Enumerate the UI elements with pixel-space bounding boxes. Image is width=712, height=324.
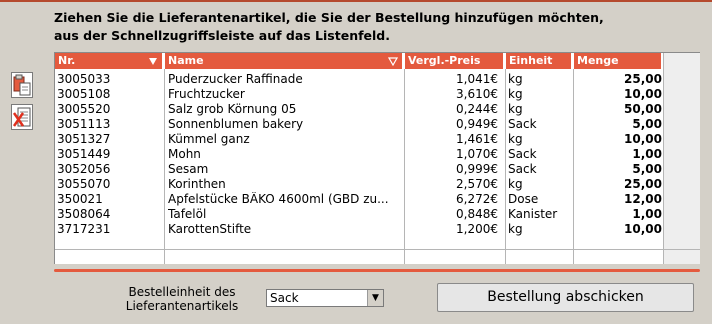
table-row[interactable]: 3508064 Tafelöl 0,848€ Kanister 1,00 bbox=[55, 207, 700, 222]
cell-name: Kümmel ganz bbox=[168, 132, 250, 146]
column-header-name-label: Name bbox=[168, 54, 204, 67]
table-row[interactable]: 3005108 Fruchtzucker 3,610€ kg 10,00 bbox=[55, 87, 700, 102]
column-header-name[interactable]: Name bbox=[165, 53, 403, 69]
unit-label-line-1: Bestelleinheit des bbox=[128, 285, 236, 299]
column-header-nr[interactable]: Nr. bbox=[55, 53, 163, 69]
cell-preis: 6,272€ bbox=[456, 192, 498, 206]
cell-preis: 2,570€ bbox=[456, 177, 498, 191]
column-header-einheit-label: Einheit bbox=[509, 54, 553, 67]
cell-preis: 0,244€ bbox=[456, 102, 498, 116]
unit-label-line-2: Lieferantenartikels bbox=[125, 299, 239, 313]
cell-menge: 25,00 bbox=[624, 177, 662, 191]
instruction-line-1: Ziehen Sie die Lieferantenartikel, die S… bbox=[54, 10, 604, 25]
cell-name: Apfelstücke BÄKO 4600ml (GBD zu... bbox=[168, 192, 389, 206]
top-accent-line bbox=[0, 0, 712, 2]
cell-nr: 3508064 bbox=[57, 207, 111, 221]
table-row[interactable]: 3055070 Korinthen 2,570€ kg 25,00 bbox=[55, 177, 700, 192]
cell-name: Korinthen bbox=[168, 177, 226, 191]
table-row[interactable]: 3005033 Puderzucker Raffinade 1,041€ kg 25,0… bbox=[55, 72, 700, 87]
cell-name: Sonnenblumen bakery bbox=[168, 117, 304, 131]
cell-menge: 50,00 bbox=[624, 102, 662, 116]
cell-nr: 3005520 bbox=[57, 102, 111, 116]
unit-label: Bestelleinheit des Lieferantenartikels bbox=[118, 285, 246, 313]
table-row[interactable]: 3051449 Mohn 1,070€ Sack 1,00 bbox=[55, 147, 700, 162]
cell-einheit: kg bbox=[508, 222, 523, 236]
cell-einheit: Dose bbox=[508, 192, 539, 206]
table-row[interactable]: 350021 Apfelstücke BÄKO 4600ml (GBD zu...… bbox=[55, 192, 700, 207]
cell-menge: 5,00 bbox=[632, 162, 662, 176]
cell-einheit: Kanister bbox=[508, 207, 558, 221]
cell-nr: 3051449 bbox=[57, 147, 111, 161]
table-row[interactable]: 3051327 Kümmel ganz 1,461€ kg 10,00 bbox=[55, 132, 700, 147]
cell-nr: 350021 bbox=[57, 192, 103, 206]
cell-nr: 3005033 bbox=[57, 72, 111, 86]
cell-preis: 1,200€ bbox=[456, 222, 498, 236]
column-header-nr-label: Nr. bbox=[58, 54, 76, 67]
unit-select-value: Sack bbox=[270, 291, 299, 305]
footer-accent-bar bbox=[54, 269, 700, 272]
cell-einheit: Sack bbox=[508, 162, 537, 176]
column-header-menge[interactable]: Menge bbox=[574, 53, 662, 69]
cell-preis: 0,848€ bbox=[456, 207, 498, 221]
cell-einheit: kg bbox=[508, 132, 523, 146]
cell-preis: 0,949€ bbox=[456, 117, 498, 131]
cell-menge: 10,00 bbox=[624, 222, 662, 236]
filter-icon bbox=[387, 55, 399, 71]
column-header-einheit[interactable]: Einheit bbox=[506, 53, 572, 69]
cell-einheit: kg bbox=[508, 87, 523, 101]
column-header-preis-label: Vergl.-Preis bbox=[408, 54, 481, 67]
cell-menge: 25,00 bbox=[624, 72, 662, 86]
table-row[interactable]: 3005520 Salz grob Körnung 05 0,244€ kg 50,00 bbox=[55, 102, 700, 117]
cell-name: Salz grob Körnung 05 bbox=[168, 102, 297, 116]
article-list[interactable]: Nr. Name Vergl.-Preis Einheit Menge 3005… bbox=[54, 52, 700, 264]
submit-order-button[interactable]: Bestellung abschicken bbox=[437, 283, 694, 312]
cell-name: Fruchtzucker bbox=[168, 87, 245, 101]
cell-preis: 1,070€ bbox=[456, 147, 498, 161]
cell-menge: 10,00 bbox=[624, 87, 662, 101]
cell-preis: 0,999€ bbox=[456, 162, 498, 176]
cell-name: Tafelöl bbox=[168, 207, 207, 221]
cell-menge: 5,00 bbox=[632, 117, 662, 131]
paste-icon[interactable] bbox=[11, 72, 33, 98]
cell-einheit: kg bbox=[508, 102, 523, 116]
cell-nr: 3051327 bbox=[57, 132, 111, 146]
cell-preis: 1,461€ bbox=[456, 132, 498, 146]
cell-name: Mohn bbox=[168, 147, 201, 161]
table-row[interactable]: 3052056 Sesam 0,999€ Sack 5,00 bbox=[55, 162, 700, 177]
cell-preis: 3,610€ bbox=[456, 87, 498, 101]
cell-menge: 10,00 bbox=[624, 132, 662, 146]
dropdown-arrow-icon[interactable]: ▼ bbox=[367, 290, 383, 306]
column-header-preis[interactable]: Vergl.-Preis bbox=[405, 53, 504, 69]
instruction-text: Ziehen Sie die Lieferantenartikel, die S… bbox=[54, 9, 704, 45]
cell-einheit: Sack bbox=[508, 117, 537, 131]
instruction-line-2: aus der Schnellzugriffsleiste auf das Li… bbox=[54, 28, 390, 43]
cell-einheit: kg bbox=[508, 177, 523, 191]
cell-menge: 12,00 bbox=[624, 192, 662, 206]
cell-menge: 1,00 bbox=[632, 147, 662, 161]
cell-name: Sesam bbox=[168, 162, 209, 176]
cell-nr: 3005108 bbox=[57, 87, 111, 101]
delete-list-icon[interactable] bbox=[11, 104, 33, 130]
cell-nr: 3055070 bbox=[57, 177, 111, 191]
cell-name: Puderzucker Raffinade bbox=[168, 72, 303, 86]
table-row[interactable]: 3717231 KarottenStifte 1,200€ kg 10,00 bbox=[55, 222, 700, 237]
sort-desc-icon bbox=[148, 55, 158, 71]
cell-nr: 3052056 bbox=[57, 162, 111, 176]
cell-menge: 1,00 bbox=[632, 207, 662, 221]
cell-preis: 1,041€ bbox=[456, 72, 498, 86]
cell-einheit: kg bbox=[508, 72, 523, 86]
unit-select[interactable]: Sack ▼ bbox=[266, 289, 384, 307]
cell-name: KarottenStifte bbox=[168, 222, 252, 236]
table-row[interactable]: 3051113 Sonnenblumen bakery 0,949€ Sack 5,00 bbox=[55, 117, 700, 132]
grid-row-separator bbox=[55, 249, 700, 250]
cell-einheit: Sack bbox=[508, 147, 537, 161]
cell-nr: 3717231 bbox=[57, 222, 111, 236]
cell-nr: 3051113 bbox=[57, 117, 111, 131]
column-header-menge-label: Menge bbox=[577, 54, 619, 67]
